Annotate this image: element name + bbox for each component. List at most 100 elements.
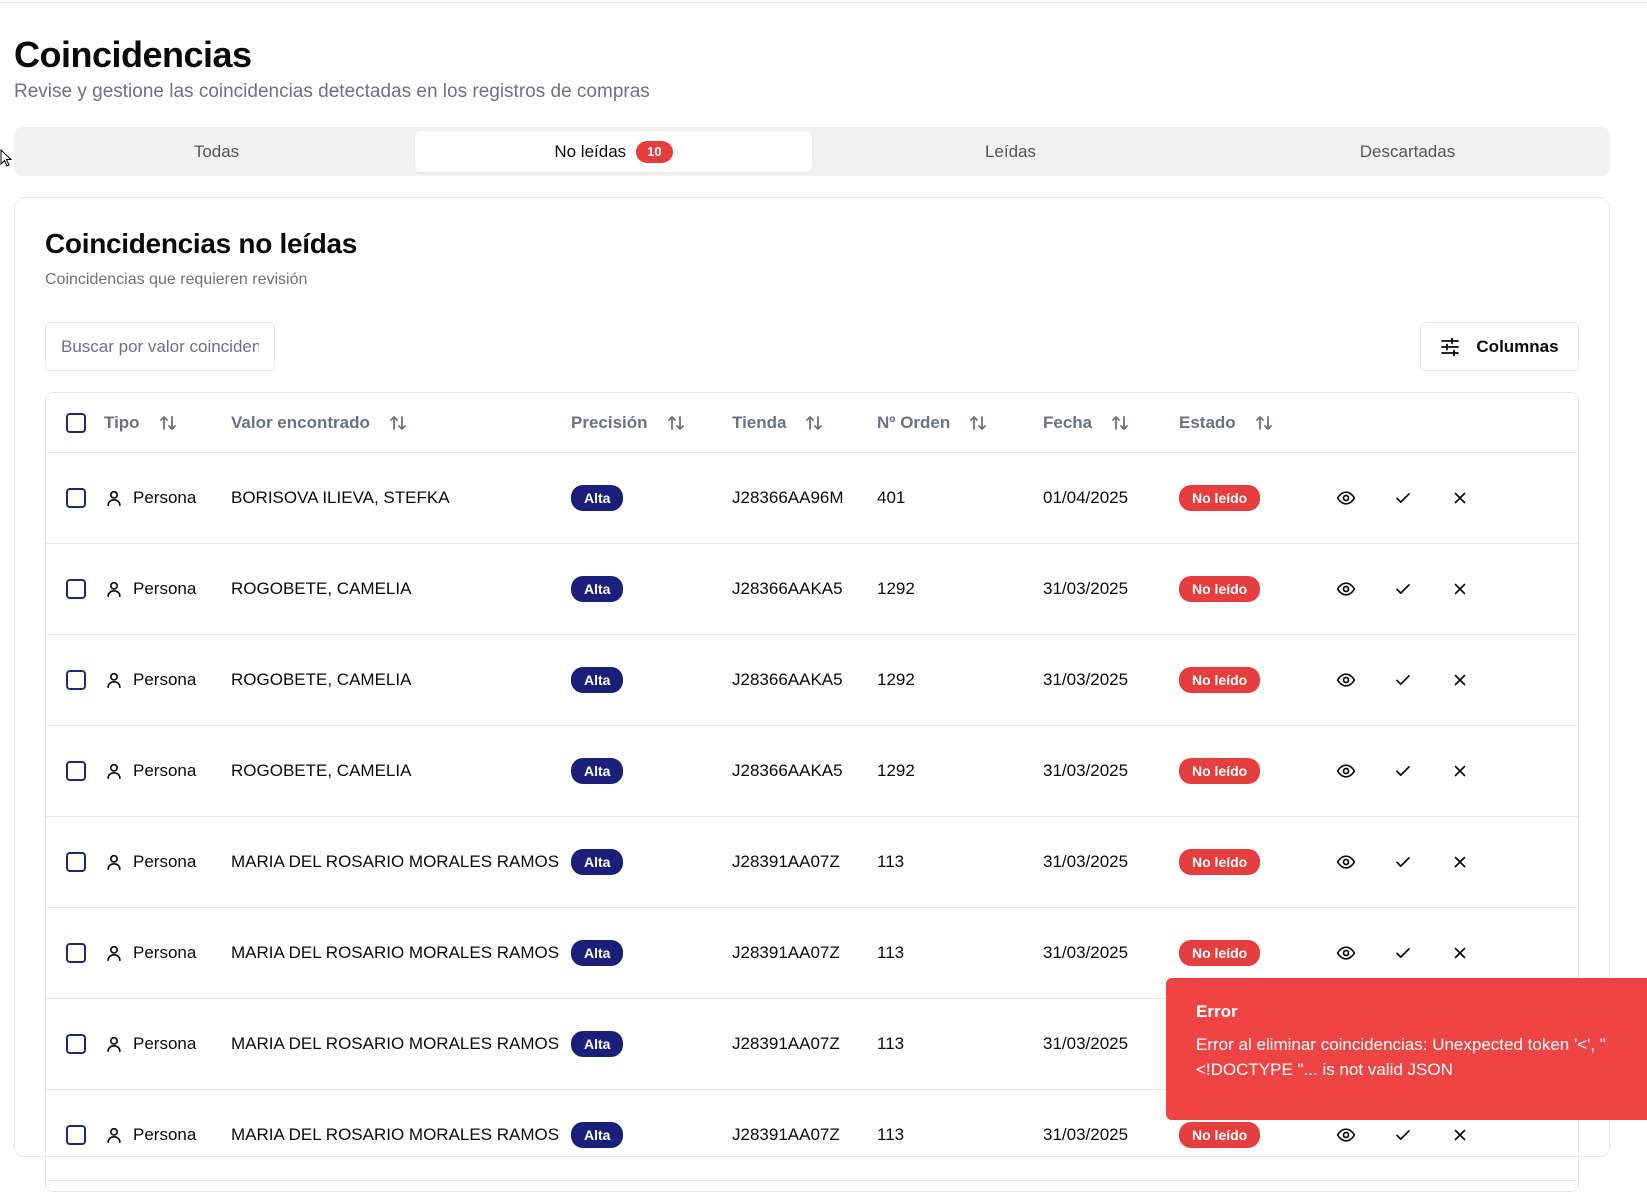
close-icon[interactable] xyxy=(1446,1121,1474,1149)
header-orden: Nº Orden xyxy=(877,393,988,453)
header-fecha: Fecha xyxy=(1043,393,1130,453)
close-icon[interactable] xyxy=(1446,484,1474,512)
table-row[interactable]: Persona ROGOBETE, CAMELIA Alta J28366AAKA5 1… xyxy=(46,726,1578,817)
fecha-cell: 31/03/2025 xyxy=(1043,579,1129,598)
search-input[interactable] xyxy=(45,322,275,371)
sort-arrows-icon[interactable] xyxy=(804,413,824,433)
estado-cell: No leído xyxy=(1179,635,1261,725)
eye-icon[interactable] xyxy=(1332,939,1360,967)
close-icon[interactable] xyxy=(1446,939,1474,967)
eye-icon[interactable] xyxy=(1332,666,1360,694)
precision-badge: Alta xyxy=(571,576,624,602)
status-badge: No leído xyxy=(1179,576,1261,602)
select-all-checkbox[interactable] xyxy=(66,413,86,433)
close-icon[interactable] xyxy=(1446,848,1474,876)
tipo-text: Persona xyxy=(133,1034,197,1053)
check-icon[interactable] xyxy=(1389,757,1417,785)
row-checkbox[interactable] xyxy=(66,579,86,599)
row-checkbox[interactable] xyxy=(66,943,86,963)
row-checkbox[interactable] xyxy=(66,761,86,781)
user-icon xyxy=(105,944,123,962)
tipo-cell: Persona xyxy=(105,635,196,725)
view-action-cell xyxy=(1332,635,1360,725)
close-icon[interactable] xyxy=(1446,575,1474,603)
table-row[interactable]: Persona BORISOVA ILIEVA, STEFKA Alta J28366… xyxy=(46,453,1578,544)
table-header: Tipo Valor encontrado Precisión Tienda N… xyxy=(46,393,1578,453)
row-select-cell xyxy=(66,999,86,1089)
row-checkbox[interactable] xyxy=(66,1034,86,1054)
check-icon[interactable] xyxy=(1389,575,1417,603)
status-badge: No leído xyxy=(1179,758,1261,784)
tipo-cell: Persona xyxy=(105,999,196,1089)
tienda-cell: J28366AAKA5 xyxy=(732,579,843,598)
sort-arrows-icon[interactable] xyxy=(1110,413,1130,433)
check-icon[interactable] xyxy=(1389,1121,1417,1149)
precision-cell: Alta xyxy=(571,908,624,998)
tab-label: Leídas xyxy=(984,141,1037,161)
sort-arrows-icon[interactable] xyxy=(666,413,686,433)
check-icon[interactable] xyxy=(1389,666,1417,694)
eye-icon[interactable] xyxy=(1332,848,1360,876)
orden-cell: 113 xyxy=(877,852,905,871)
header-label: Precisión xyxy=(571,413,648,432)
row-checkbox[interactable] xyxy=(66,1125,86,1145)
row-select-cell xyxy=(66,635,86,725)
header-label: Valor encontrado xyxy=(231,413,370,432)
eye-icon[interactable] xyxy=(1332,575,1360,603)
tipo-cell: Persona xyxy=(105,817,196,907)
row-checkbox[interactable] xyxy=(66,488,86,508)
table-row[interactable]: Persona ROGOBETE, CAMELIA Alta J28366AAKA5 1… xyxy=(46,635,1578,726)
orden-cell: 1292 xyxy=(877,670,915,689)
sort-arrows-icon[interactable] xyxy=(1254,413,1274,433)
eye-icon[interactable] xyxy=(1332,484,1360,512)
tab-descartadas[interactable]: Descartadas xyxy=(1209,131,1606,172)
header-precision: Precisión xyxy=(571,393,686,453)
row-checkbox[interactable] xyxy=(66,670,86,690)
tienda-cell: J28366AA96M xyxy=(732,488,844,507)
table-row[interactable]: Persona MARIA DEL ROSARIO MORALES RAMOS Al… xyxy=(46,817,1578,908)
valor-cell: ROGOBETE, CAMELIA xyxy=(231,670,412,689)
orden-cell: 1292 xyxy=(877,579,915,598)
discard-action-cell xyxy=(1446,817,1474,907)
tab-leidas[interactable]: Leídas xyxy=(812,131,1209,172)
columns-button[interactable]: Columnas xyxy=(1420,322,1579,371)
valor-cell: MARIA DEL ROSARIO MORALES RAMOS xyxy=(231,1125,560,1144)
fecha-cell: 31/03/2025 xyxy=(1043,1125,1129,1144)
fecha-cell: 31/03/2025 xyxy=(1043,761,1129,780)
valor-cell: ROGOBETE, CAMELIA xyxy=(231,579,412,598)
tipo-cell: Persona xyxy=(105,544,196,634)
check-icon[interactable] xyxy=(1389,484,1417,512)
view-action-cell xyxy=(1332,453,1360,543)
eye-icon[interactable] xyxy=(1332,1121,1360,1149)
close-icon[interactable] xyxy=(1446,666,1474,694)
fecha-cell: 31/03/2025 xyxy=(1043,852,1129,871)
fecha-cell: 31/03/2025 xyxy=(1043,1034,1129,1053)
orden-cell: 113 xyxy=(877,1125,905,1144)
read-action-cell xyxy=(1389,817,1417,907)
tienda-cell: J28366AAKA5 xyxy=(732,761,843,780)
sort-arrows-icon[interactable] xyxy=(158,413,178,433)
check-icon[interactable] xyxy=(1389,939,1417,967)
check-icon[interactable] xyxy=(1389,848,1417,876)
close-icon[interactable] xyxy=(1446,757,1474,785)
eye-icon[interactable] xyxy=(1332,757,1360,785)
status-badge: No leído xyxy=(1179,667,1261,693)
page-subtitle: Revise y gestione las coincidencias dete… xyxy=(14,81,650,102)
row-select-cell xyxy=(66,908,86,998)
table-row[interactable]: Persona ROGOBETE, CAMELIA Alta J28366AAKA5 1… xyxy=(46,544,1578,635)
read-action-cell xyxy=(1389,726,1417,816)
discard-action-cell xyxy=(1446,453,1474,543)
status-badge: No leído xyxy=(1179,1122,1261,1148)
sort-arrows-icon[interactable] xyxy=(968,413,988,433)
user-icon xyxy=(105,580,123,598)
orden-cell: 113 xyxy=(877,943,905,962)
sort-arrows-icon[interactable] xyxy=(388,413,408,433)
tab-no-leidas[interactable]: No leídas 10 xyxy=(415,131,812,172)
orden-cell: 113 xyxy=(877,1034,905,1053)
tipo-text: Persona xyxy=(133,761,197,780)
orden-cell: 401 xyxy=(877,488,906,507)
error-toast[interactable]: Error Error al eliminar coincidencias: U… xyxy=(1166,978,1647,1120)
status-badge: No leído xyxy=(1179,940,1261,966)
row-checkbox[interactable] xyxy=(66,852,86,872)
tab-todas[interactable]: Todas xyxy=(18,131,415,172)
